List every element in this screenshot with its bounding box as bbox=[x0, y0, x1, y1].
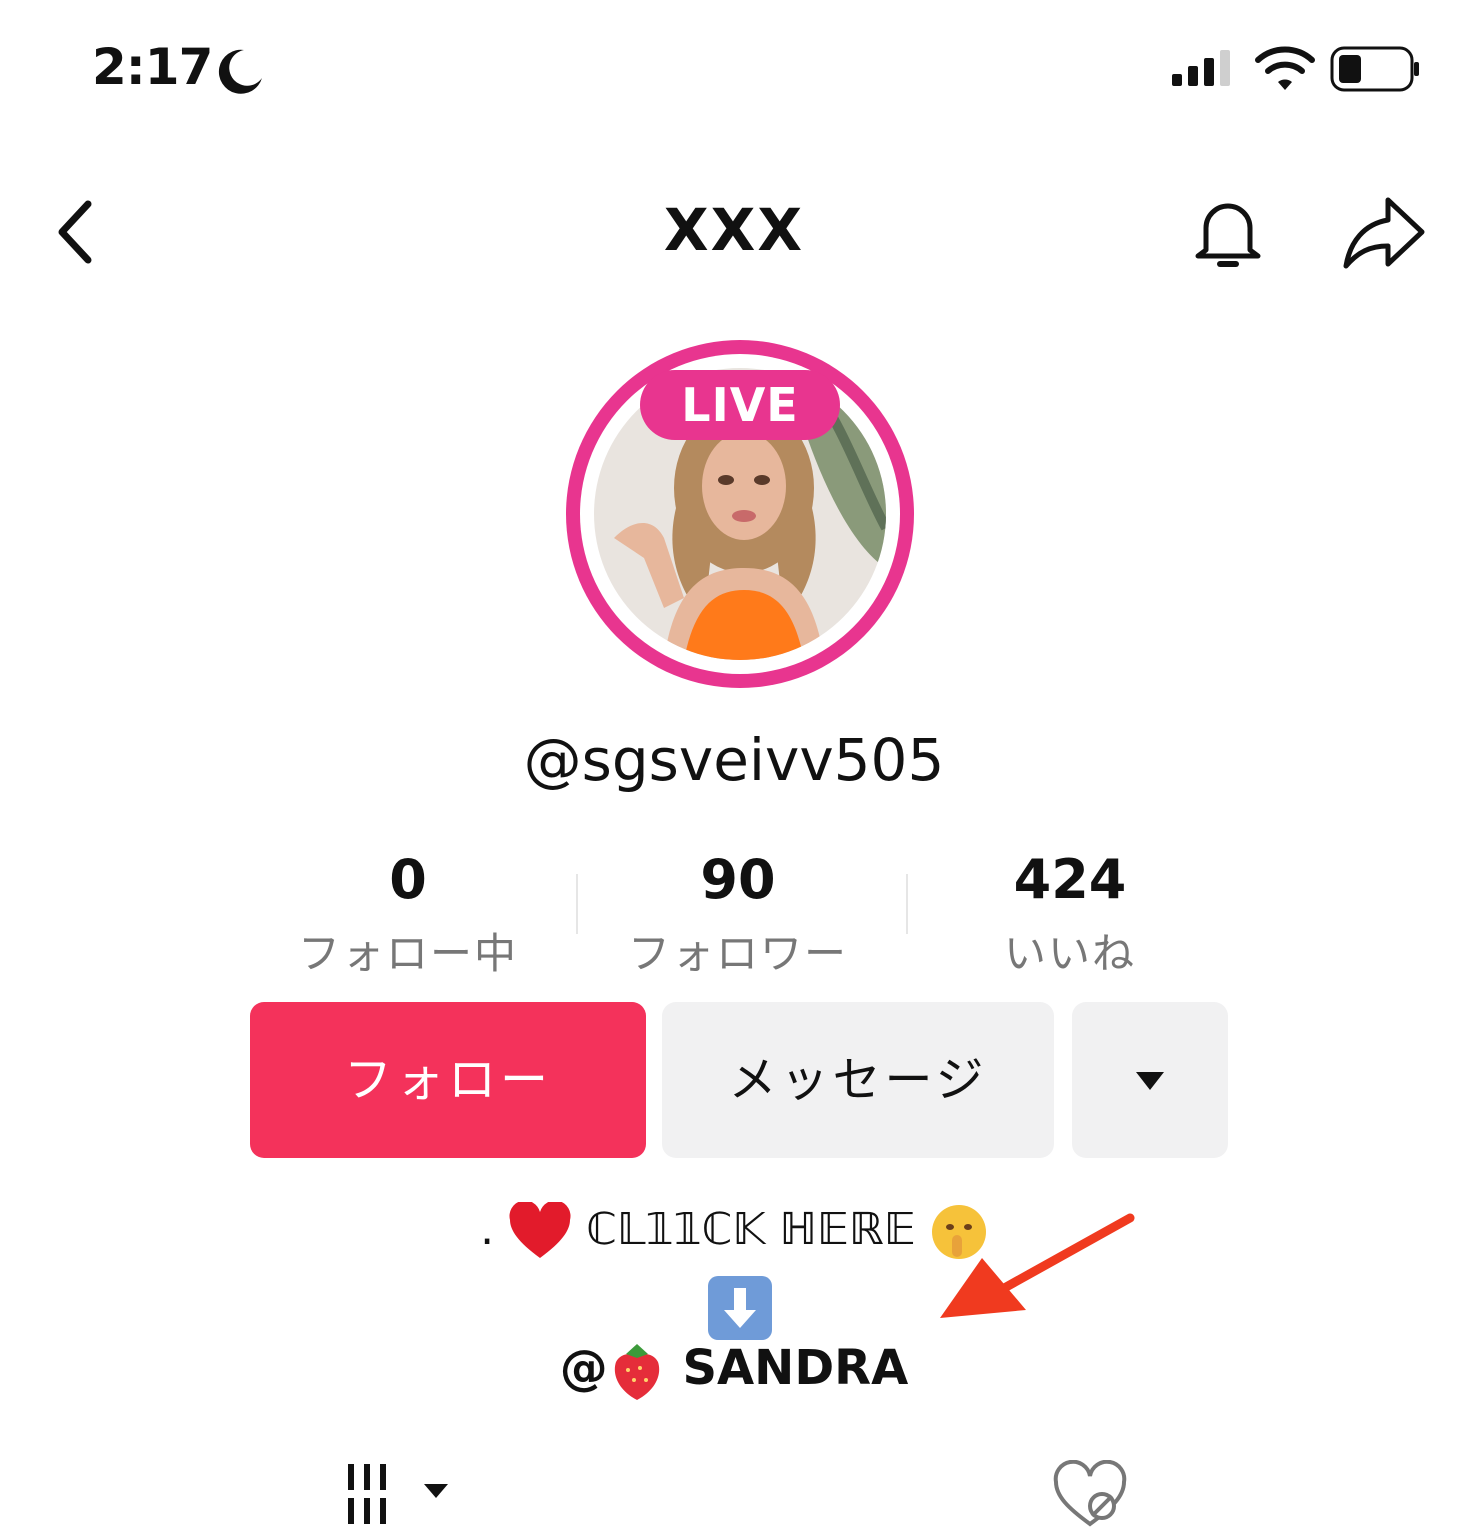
bio-line-3[interactable]: @ SANDRA bbox=[0, 1340, 1468, 1402]
following-label[interactable]: フォロー中 bbox=[258, 920, 558, 981]
mention-prefix: @ bbox=[559, 1340, 608, 1396]
following-count[interactable]: 0 bbox=[258, 848, 558, 911]
mention-name: SANDRA bbox=[682, 1340, 909, 1396]
red-heart-icon bbox=[509, 1202, 571, 1258]
signal-icon bbox=[1172, 50, 1230, 86]
follow-button[interactable]: フォロー bbox=[250, 1002, 646, 1158]
likes-label: いいね bbox=[1003, 929, 1136, 978]
username-handle: @sgsveivv505 bbox=[523, 726, 945, 794]
down-arrow-emoji-icon bbox=[708, 1276, 772, 1340]
battery-icon bbox=[1330, 46, 1419, 92]
bio-click-here: ℂ𝕃𝟙𝟙ℂ𝕂 ℍ𝔼ℝ𝔼 bbox=[586, 1204, 916, 1255]
caret-down-icon bbox=[1136, 1072, 1164, 1090]
stat-divider bbox=[576, 874, 578, 934]
live-badge: LIVE bbox=[640, 370, 840, 440]
bio-prefix: . bbox=[480, 1204, 495, 1255]
followers-label[interactable]: フォロワー bbox=[588, 920, 888, 981]
stat-divider bbox=[906, 874, 908, 934]
more-options-button[interactable] bbox=[1072, 1002, 1228, 1158]
likes-count: 424 bbox=[1013, 848, 1127, 911]
bell-icon[interactable] bbox=[1186, 192, 1270, 276]
share-icon[interactable] bbox=[1340, 192, 1428, 276]
videos-grid-icon[interactable] bbox=[340, 1462, 460, 1528]
message-button[interactable]: メッセージ bbox=[662, 1002, 1054, 1158]
status-time: 2:17 bbox=[92, 38, 213, 96]
strawberry-icon bbox=[614, 1344, 659, 1400]
liked-hidden-icon[interactable] bbox=[1050, 1460, 1130, 1530]
followers-count[interactable]: 90 bbox=[588, 848, 888, 911]
moon-icon bbox=[218, 49, 262, 94]
wifi-icon bbox=[1255, 46, 1315, 90]
annotation-arrow-icon bbox=[940, 1213, 1135, 1318]
bio-line-1: . ℂ𝕃𝟙𝟙ℂ𝕂 ℍ𝔼ℝ𝔼 bbox=[0, 1202, 1468, 1266]
